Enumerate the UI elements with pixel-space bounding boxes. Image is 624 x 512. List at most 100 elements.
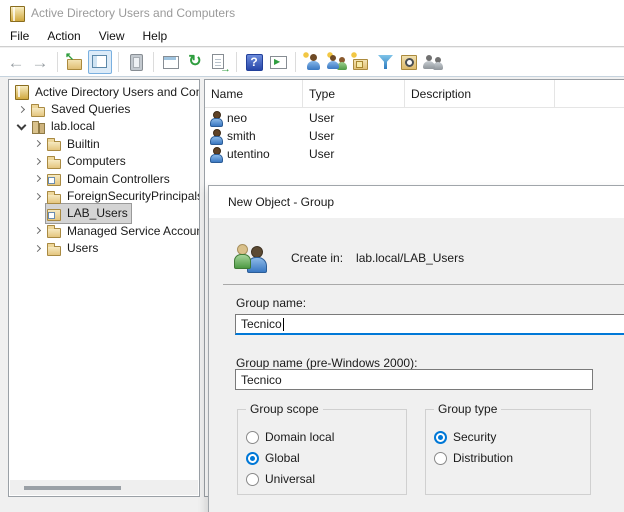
- user-icon: [208, 128, 224, 144]
- back-icon[interactable]: [5, 51, 27, 73]
- tree-item-label: Computers: [67, 154, 126, 168]
- radio-circle[interactable]: [246, 473, 259, 486]
- tree-item-core: LAB_Users: [46, 204, 131, 223]
- tree-item-foreign-security-principals[interactable]: ForeignSecurityPrincipals: [9, 187, 199, 204]
- show-console-tree-icon[interactable]: [88, 50, 112, 74]
- tree-item-users[interactable]: Users: [9, 240, 199, 257]
- forward-icon[interactable]: [29, 51, 51, 73]
- toolbar-separator: [153, 52, 154, 72]
- group-object-icon: [234, 242, 268, 274]
- up-one-level-icon[interactable]: [64, 51, 86, 73]
- menu-action[interactable]: Action: [47, 29, 90, 43]
- column-header-name[interactable]: Name: [205, 80, 303, 107]
- window-title: Active Directory Users and Computers: [31, 6, 235, 20]
- pre2000-label: Group name (pre-Windows 2000):: [236, 356, 417, 370]
- new-user-icon[interactable]: [302, 51, 324, 73]
- chevron-down-icon[interactable]: [14, 118, 30, 135]
- chevron-right-icon[interactable]: [30, 240, 46, 257]
- group-name-input[interactable]: Tecnico: [235, 314, 624, 335]
- tree-item-label: lab.local: [51, 119, 95, 133]
- properties-icon[interactable]: [125, 51, 147, 73]
- chevron-right-icon[interactable]: [14, 101, 30, 118]
- tree-item-core: Users: [46, 239, 101, 258]
- menu-help[interactable]: Help: [143, 29, 178, 43]
- tree-item-builtin[interactable]: Builtin: [9, 135, 199, 152]
- tree-item-core: Managed Service Accounts: [46, 221, 200, 240]
- column-header-description[interactable]: Description: [405, 80, 555, 107]
- tree-item-core: Active Directory Users and Computers: [14, 82, 200, 101]
- front-person-glyph: [247, 246, 266, 274]
- tree-item-label: Managed Service Accounts: [67, 224, 200, 238]
- new-window-icon[interactable]: [267, 51, 289, 73]
- second-person-glyph: [337, 57, 347, 71]
- tree-item-domain-controllers[interactable]: Domain Controllers: [9, 170, 199, 187]
- tree-item-root[interactable]: Active Directory Users and Computers: [9, 83, 199, 100]
- refresh-icon[interactable]: [184, 51, 206, 73]
- delegate-control-icon[interactable]: [422, 51, 444, 73]
- dialog-title-bar[interactable]: New Object - Group: [209, 186, 624, 218]
- radio-circle[interactable]: [246, 431, 259, 444]
- tree-item-lab-users[interactable]: LAB_Users: [9, 205, 199, 222]
- radio-domain-local[interactable]: Domain local: [246, 430, 334, 444]
- find-icon[interactable]: [398, 51, 420, 73]
- tree-item-saved-queries[interactable]: Saved Queries: [9, 100, 199, 117]
- new-object-group-dialog: New Object - Group Create in: lab.local/…: [208, 185, 624, 512]
- toolbar-separator: [295, 52, 296, 72]
- folder-icon: [47, 240, 63, 257]
- new-ou-icon[interactable]: [350, 51, 372, 73]
- ou-icon: [47, 205, 63, 222]
- console-app-icon: [10, 6, 25, 22]
- folder-icon: [47, 153, 63, 170]
- scrollbar-thumb[interactable]: [24, 486, 121, 490]
- domain-icon: [31, 118, 47, 135]
- filter-icon[interactable]: [374, 51, 396, 73]
- toolbar-separator: [118, 52, 119, 72]
- pre2000-input[interactable]: Tecnico: [235, 369, 593, 390]
- list-row-neo[interactable]: neo User: [205, 109, 624, 127]
- new-group-icon[interactable]: [326, 51, 348, 73]
- ou-icon: [47, 170, 63, 187]
- radio-security[interactable]: Security: [434, 430, 496, 444]
- tree-item-managed-service-accounts[interactable]: Managed Service Accounts: [9, 222, 199, 239]
- aduc-window: Active Directory Users and Computers Fil…: [0, 0, 624, 512]
- radio-label: Universal: [265, 472, 315, 486]
- column-header-type[interactable]: Type: [303, 80, 405, 107]
- tree-item-label: ForeignSecurityPrincipals: [67, 189, 200, 203]
- group-name-label: Group name:: [236, 296, 306, 310]
- tree-item-label: Saved Queries: [51, 102, 130, 116]
- tree-item-label: Domain Controllers: [67, 172, 170, 186]
- chevron-right-icon[interactable]: [30, 222, 46, 239]
- radio-circle[interactable]: [434, 452, 447, 465]
- tree-item-core: ForeignSecurityPrincipals: [46, 187, 200, 206]
- title-bar[interactable]: Active Directory Users and Computers: [0, 0, 624, 26]
- list-row-smith[interactable]: smith User: [205, 127, 624, 145]
- menu-view[interactable]: View: [99, 29, 135, 43]
- chevron-right-icon[interactable]: [30, 153, 46, 170]
- tree-item-core: Domain Controllers: [46, 169, 173, 188]
- create-in-value: lab.local/LAB_Users: [356, 251, 464, 265]
- tree-item-core: Saved Queries: [30, 100, 133, 119]
- radio-distribution[interactable]: Distribution: [434, 451, 513, 465]
- tree-item-lab-local[interactable]: lab.local: [9, 118, 199, 135]
- group-type-box: Group type Security Distribution: [425, 409, 591, 495]
- description-bar-icon[interactable]: [160, 51, 182, 73]
- tree-item-computers[interactable]: Computers: [9, 153, 199, 170]
- export-list-icon[interactable]: [208, 51, 230, 73]
- menu-bar: File Action View Help: [0, 26, 624, 47]
- second-person-glyph: [433, 57, 443, 71]
- group-type-label: Group type: [434, 402, 501, 416]
- radio-label: Domain local: [265, 430, 334, 444]
- name-cell: utentino: [205, 146, 303, 162]
- chevron-right-icon[interactable]: [30, 135, 46, 152]
- radio-universal[interactable]: Universal: [246, 472, 315, 486]
- radio-circle-checked[interactable]: [434, 431, 447, 444]
- help-icon[interactable]: [243, 51, 265, 73]
- horizontal-scrollbar[interactable]: [10, 480, 198, 495]
- radio-global[interactable]: Global: [246, 451, 300, 465]
- chevron-right-icon[interactable]: [30, 170, 46, 187]
- radio-circle-checked[interactable]: [246, 452, 259, 465]
- menu-file[interactable]: File: [10, 29, 39, 43]
- chevron-right-icon[interactable]: [30, 188, 46, 205]
- list-row-utentino[interactable]: utentino User: [205, 145, 624, 163]
- tree-item-core: Builtin: [46, 134, 103, 153]
